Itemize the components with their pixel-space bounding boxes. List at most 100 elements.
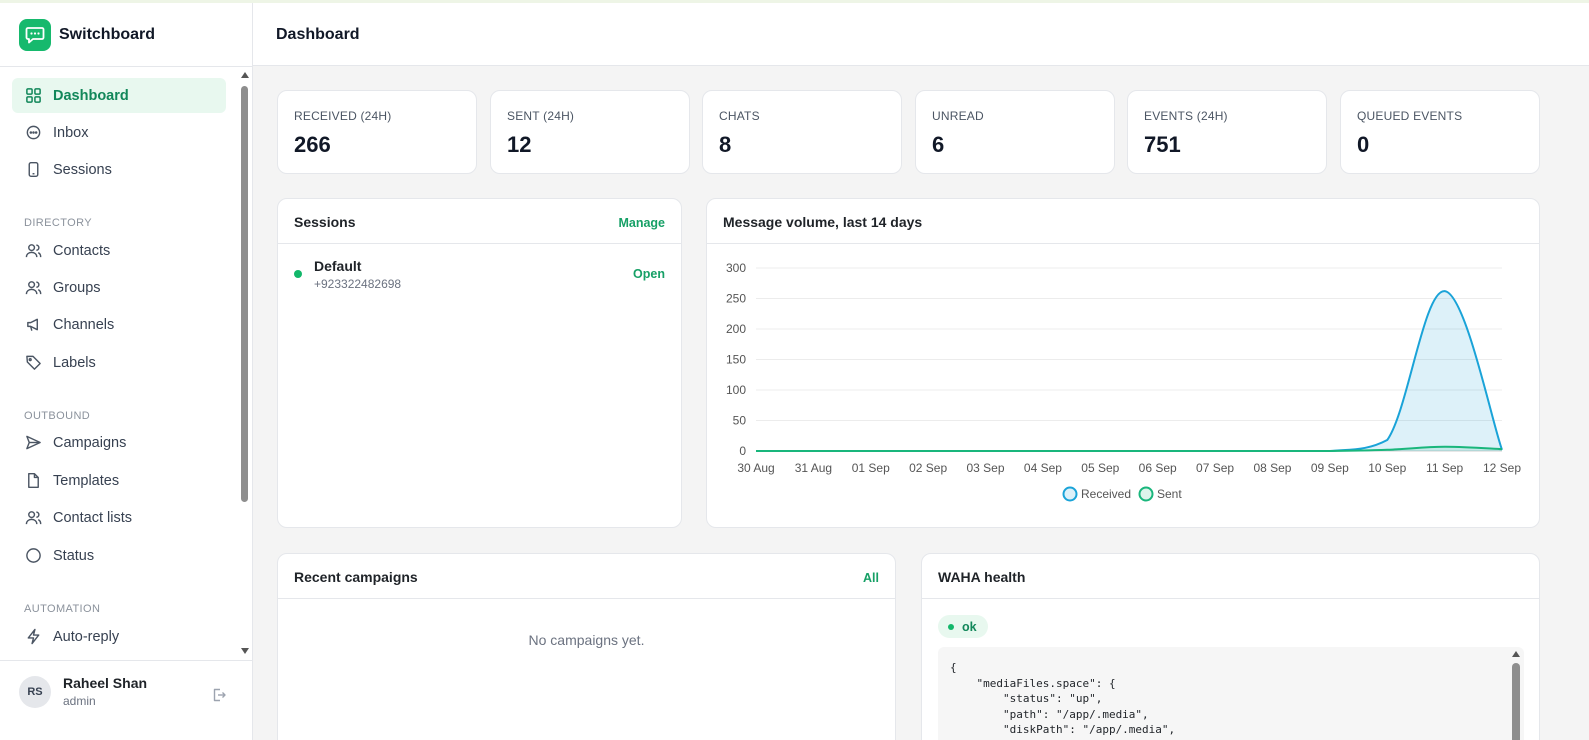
x-tick-label: 03 Sep bbox=[967, 461, 1005, 475]
page-header: Dashboard bbox=[253, 3, 1589, 66]
x-tick-label: 10 Sep bbox=[1368, 461, 1406, 475]
tag-icon bbox=[24, 354, 42, 372]
sidebar-item-channels[interactable]: Channels bbox=[12, 307, 226, 342]
sidebar: Switchboard Dashboard Inbox Sessions DIR… bbox=[0, 3, 253, 740]
sidebar-item-dashboard[interactable]: Dashboard bbox=[12, 78, 226, 113]
card-header: Recent campaigns All bbox=[278, 554, 895, 599]
x-tick-label: 31 Aug bbox=[795, 461, 832, 475]
health-json-text: { "mediaFiles.space": { "status": "up", … bbox=[950, 661, 1176, 736]
stat-label: RECEIVED (24H) bbox=[294, 109, 392, 123]
y-tick-label: 200 bbox=[726, 322, 746, 336]
y-tick-label: 0 bbox=[739, 444, 746, 458]
users-icon bbox=[24, 509, 42, 527]
grid-icon bbox=[24, 87, 42, 105]
bolt-icon bbox=[24, 628, 42, 646]
card-header: WAHA health bbox=[922, 554, 1539, 599]
stat-value: 751 bbox=[1144, 132, 1181, 157]
sidebar-item-contacts[interactable]: Contacts bbox=[12, 233, 226, 268]
y-tick-label: 300 bbox=[726, 261, 746, 275]
sidebar-item-label: Groups bbox=[53, 279, 101, 296]
series-line-received bbox=[756, 290, 1503, 452]
users-icon bbox=[24, 279, 42, 297]
scrollbar-thumb[interactable] bbox=[1512, 663, 1520, 740]
y-tick-label: 150 bbox=[726, 353, 746, 367]
sidebar-item-contact-lists[interactable]: Contact lists bbox=[12, 500, 226, 535]
stat-label: EVENTS (24H) bbox=[1144, 109, 1228, 123]
users-icon bbox=[24, 242, 42, 260]
stat-card-events: EVENTS (24H) 751 bbox=[1127, 90, 1327, 174]
sidebar-nav: Dashboard Inbox Sessions DIRECTORY Conta… bbox=[0, 67, 238, 659]
y-tick-label: 50 bbox=[733, 414, 747, 428]
user-profile[interactable]: RS Raheel Shan admin bbox=[19, 675, 147, 708]
scroll-up-arrow-icon[interactable] bbox=[1512, 651, 1520, 657]
stat-value: 0 bbox=[1357, 132, 1370, 157]
window-scrollbar[interactable] bbox=[1577, 66, 1589, 740]
sidebar-item-campaigns[interactable]: Campaigns bbox=[12, 425, 226, 460]
card-title: Recent campaigns bbox=[294, 569, 418, 585]
recent-campaigns-card: Recent campaigns All No campaigns yet. bbox=[277, 553, 896, 740]
empty-state-text: No campaigns yet. bbox=[528, 632, 645, 648]
stat-card-sent: SENT (24H) 12 bbox=[490, 90, 690, 174]
x-tick-label: 11 Sep bbox=[1426, 461, 1463, 475]
section-label-directory: DIRECTORY bbox=[24, 217, 92, 229]
x-tick-label: 02 Sep bbox=[909, 461, 947, 475]
sidebar-item-groups[interactable]: Groups bbox=[12, 270, 226, 305]
manage-link[interactable]: Manage bbox=[618, 216, 665, 230]
brand[interactable]: Switchboard bbox=[19, 19, 155, 51]
logout-icon[interactable] bbox=[211, 687, 227, 703]
message-volume-chart: 0 50 100 150 200 250 300 30 Aug 31 Aug 01 Sep 02 S… bbox=[726, 261, 1521, 502]
sidebar-item-auto-reply[interactable]: Auto-reply bbox=[12, 619, 226, 654]
status-text: ok bbox=[962, 619, 977, 634]
waha-health-card: WAHA health ok { "mediaFiles.space": { "… bbox=[921, 553, 1540, 740]
stat-label: QUEUED EVENTS bbox=[1357, 109, 1463, 123]
message-volume-card: Message volume, last 14 days 0 50 100 150 20… bbox=[706, 198, 1540, 528]
circle-icon bbox=[24, 547, 42, 565]
megaphone-icon bbox=[24, 316, 42, 334]
status-dot bbox=[948, 623, 954, 630]
session-phone: +923322482698 bbox=[314, 277, 402, 291]
card-header: Message volume, last 14 days bbox=[707, 199, 1539, 244]
sidebar-item-label: Campaigns bbox=[53, 434, 127, 451]
brand-name: Switchboard bbox=[59, 26, 156, 43]
session-status-dot bbox=[294, 270, 302, 278]
scrollbar-thumb[interactable] bbox=[241, 86, 248, 502]
health-json-viewer[interactable]: { "mediaFiles.space": { "status": "up", … bbox=[938, 647, 1524, 740]
scroll-up-arrow-icon[interactable] bbox=[241, 72, 249, 78]
phone-icon bbox=[24, 161, 42, 179]
stat-value: 266 bbox=[294, 132, 331, 157]
sidebar-item-inbox[interactable]: Inbox bbox=[12, 115, 226, 150]
y-tick-label: 100 bbox=[726, 383, 746, 397]
sidebar-item-templates[interactable]: Templates bbox=[12, 463, 226, 498]
sidebar-item-label: Status bbox=[53, 547, 95, 564]
avatar: RS bbox=[19, 675, 51, 708]
legend-label: Received bbox=[1081, 487, 1131, 501]
sidebar-item-sessions[interactable]: Sessions bbox=[12, 152, 226, 187]
sidebar-item-label: Contacts bbox=[53, 242, 111, 259]
all-campaigns-link[interactable]: All bbox=[863, 571, 879, 585]
divider bbox=[0, 660, 252, 661]
x-tick-label: 09 Sep bbox=[1311, 461, 1349, 475]
scroll-down-arrow-icon[interactable] bbox=[241, 648, 249, 654]
send-icon bbox=[24, 434, 42, 452]
x-tick-label: 06 Sep bbox=[1139, 461, 1177, 475]
sessions-card: Sessions Manage Default +923322482698 Op… bbox=[277, 198, 682, 528]
sidebar-item-labels[interactable]: Labels bbox=[12, 345, 226, 380]
status-badge: ok bbox=[938, 615, 988, 638]
x-tick-label: 12 Sep bbox=[1483, 461, 1521, 475]
stat-label: CHATS bbox=[719, 109, 760, 123]
sidebar-item-label: Sessions bbox=[53, 161, 112, 178]
json-scrollbar[interactable] bbox=[1511, 647, 1522, 740]
user-name: Raheel Shan bbox=[63, 675, 148, 691]
sidebar-item-status[interactable]: Status bbox=[12, 538, 226, 573]
open-session-link[interactable]: Open bbox=[633, 267, 665, 281]
chat-bubble-icon bbox=[24, 124, 42, 142]
legend-swatch-received bbox=[1062, 486, 1078, 502]
legend-swatch-sent bbox=[1138, 486, 1154, 502]
section-label-outbound: OUTBOUND bbox=[24, 410, 91, 422]
card-title: Message volume, last 14 days bbox=[723, 214, 923, 230]
stat-value: 8 bbox=[719, 132, 732, 157]
card-title: WAHA health bbox=[938, 569, 1026, 585]
sidebar-scrollbar[interactable] bbox=[239, 70, 250, 656]
sidebar-item-label: Labels bbox=[53, 354, 96, 371]
stat-label: SENT (24H) bbox=[507, 109, 575, 123]
